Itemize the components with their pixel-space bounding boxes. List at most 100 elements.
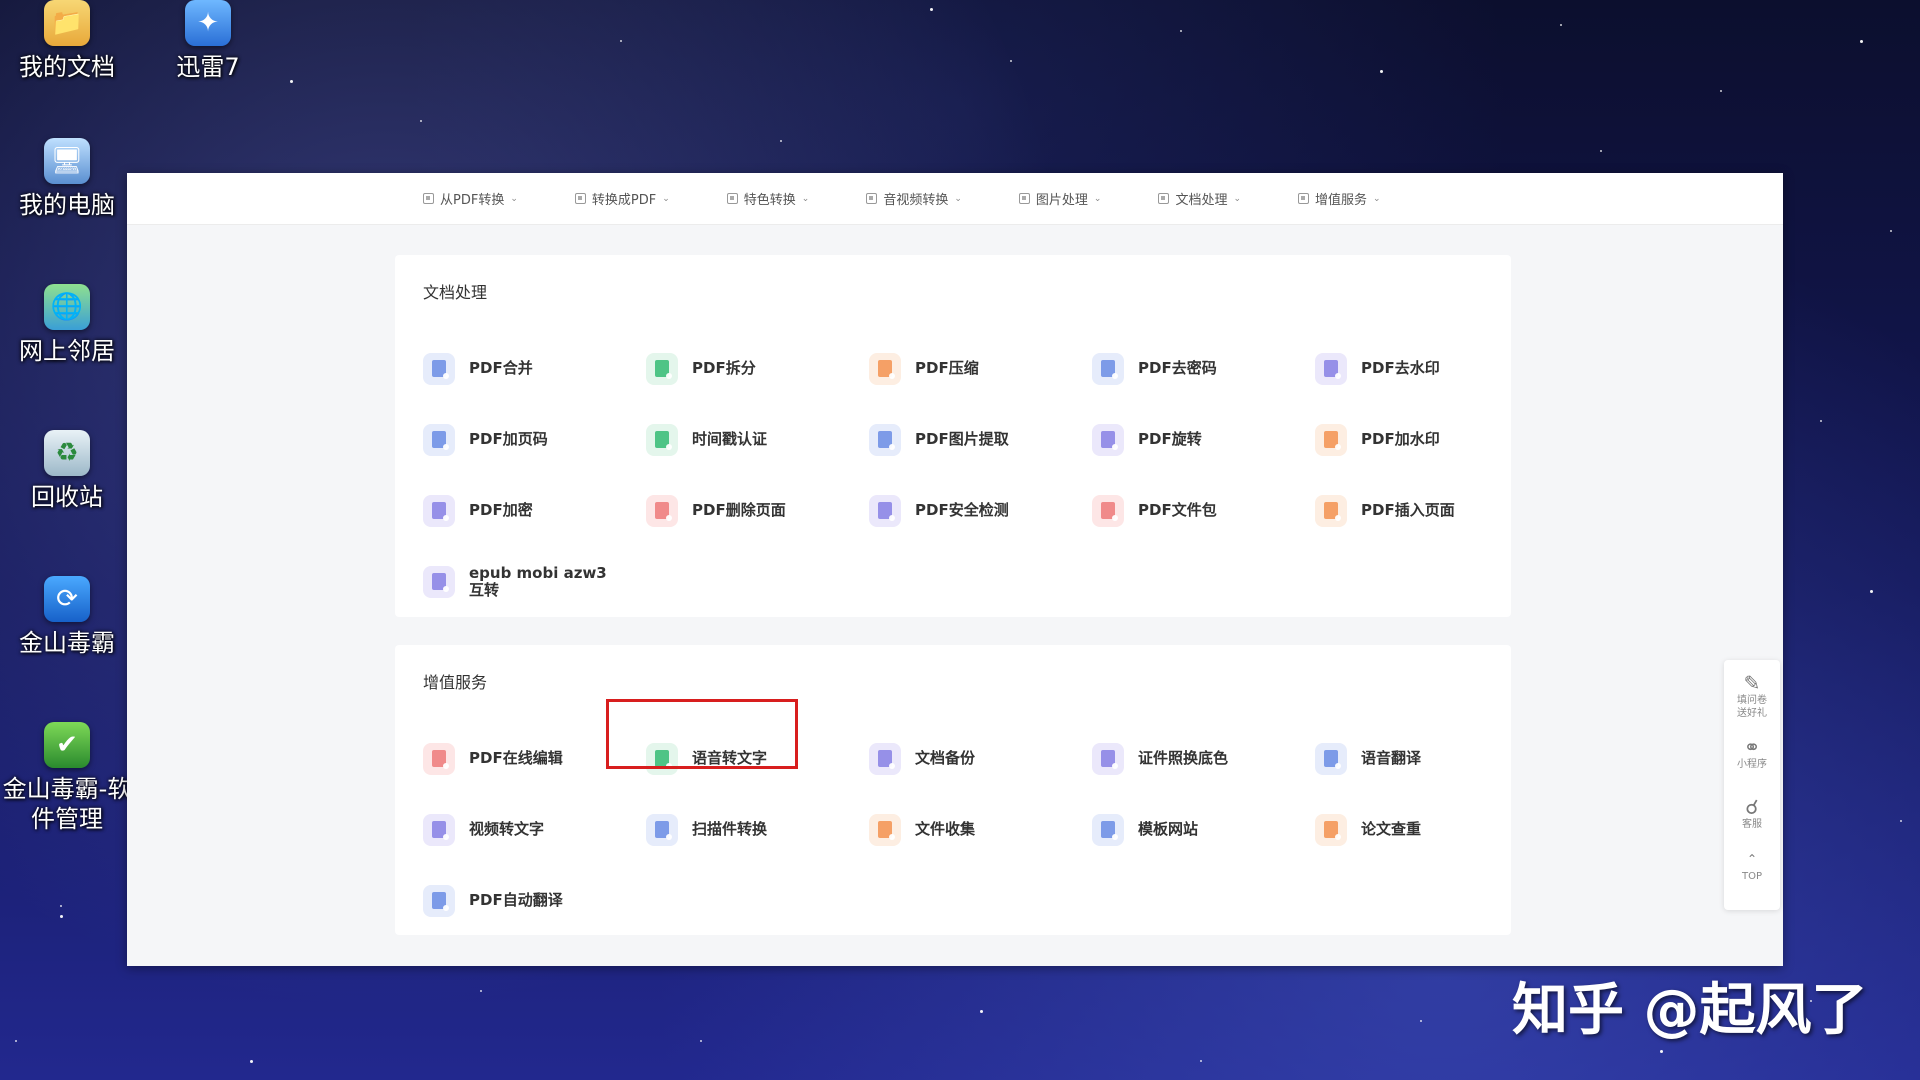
tool-item[interactable]: PDF加页码 xyxy=(423,404,646,475)
watermark: 知乎 @起风了 xyxy=(1512,978,1868,1043)
miniprogram-icon: ⚭ xyxy=(1743,735,1761,759)
tool-item[interactable]: PDF删除页面 xyxy=(646,475,869,546)
nav-document-processing[interactable]: 文档处理 ⌄ xyxy=(1158,189,1241,208)
tool-item[interactable]: 时间戳认证 xyxy=(646,404,869,475)
tool-item[interactable]: epub mobi azw3 互转 xyxy=(423,546,646,617)
chevron-down-icon: ⌄ xyxy=(954,193,962,204)
tool-label: PDF压缩 xyxy=(915,359,979,377)
tool-label: PDF文件包 xyxy=(1138,501,1217,519)
nav-audio-video[interactable]: 音视频转换 ⌄ xyxy=(866,189,962,208)
nav-to-pdf[interactable]: 转换成PDF ⌄ xyxy=(574,189,670,208)
tool-icon xyxy=(869,813,901,846)
tool-item[interactable]: PDF加密 xyxy=(423,475,646,546)
tool-icon xyxy=(423,423,455,456)
customer-service-button[interactable]: ☌ 客服 xyxy=(1724,776,1780,834)
tool-item[interactable]: PDF去密码 xyxy=(1092,333,1315,404)
document-icon xyxy=(423,193,434,204)
tool-label: PDF图片提取 xyxy=(915,430,1009,448)
tool-icon xyxy=(869,352,901,385)
folder-icon: 📁 xyxy=(44,0,90,46)
tool-label: PDF安全检测 xyxy=(915,501,1009,519)
section-title: 文档处理 xyxy=(423,283,488,302)
back-to-top-button[interactable]: ⌃ TOP xyxy=(1724,834,1780,892)
tool-item[interactable]: 模板网站 xyxy=(1092,794,1315,865)
app-window: 从PDF转换 ⌄ 转换成PDF ⌄ 特色转换 ⌄ 音视频转换 ⌄ 图片处理 ⌄ 文档处理 ⌄… xyxy=(127,173,1783,966)
menu-icon xyxy=(1298,193,1309,204)
tool-label: 论文查重 xyxy=(1361,820,1422,838)
tool-label: 时间戳认证 xyxy=(692,430,768,448)
tool-label: 文档备份 xyxy=(915,749,976,767)
tool-item[interactable]: PDF合并 xyxy=(423,333,646,404)
chevron-down-icon: ⌄ xyxy=(1093,193,1102,204)
tool-icon xyxy=(423,352,455,385)
file-icon xyxy=(1158,193,1170,204)
desktop-icon-my-computer[interactable]: 🖥 我的电脑 xyxy=(2,138,132,220)
desktop-icon-antivirus[interactable]: ⟳ 金山毒霸 xyxy=(2,576,132,658)
tool-icon xyxy=(646,494,678,527)
image-icon xyxy=(1018,193,1030,204)
nav-from-pdf[interactable]: 从PDF转换 ⌄ xyxy=(423,189,518,208)
nav-special-convert[interactable]: 特色转换 ⌄ xyxy=(726,189,810,208)
section-value-added: 增值服务 PDF在线编辑 语音转文字 文档备份 证件照换底色 语音翻译 视频转文字 扫描件转… xyxy=(395,645,1511,935)
tool-label: PDF删除页面 xyxy=(692,501,786,519)
tool-item[interactable]: PDF去水印 xyxy=(1315,333,1538,404)
chevron-down-icon: ⌄ xyxy=(801,193,810,204)
tool-item[interactable]: PDF自动翻译 xyxy=(423,865,646,936)
tool-icon xyxy=(1315,352,1347,385)
antivirus-icon: ⟳ xyxy=(44,576,90,622)
document-icon xyxy=(574,193,586,204)
miniprogram-button[interactable]: ⚭ 小程序 xyxy=(1724,718,1780,776)
tool-icon xyxy=(1315,742,1347,775)
tool-label: PDF旋转 xyxy=(1138,430,1202,448)
tool-icon xyxy=(1092,423,1124,456)
tool-icon xyxy=(869,742,901,775)
tool-icon xyxy=(423,884,455,917)
tool-item[interactable]: PDF拆分 xyxy=(646,333,869,404)
tool-item[interactable]: PDF插入页面 xyxy=(1315,475,1538,546)
headset-icon: ☌ xyxy=(1745,795,1759,819)
tool-icon xyxy=(869,423,901,456)
tool-icon xyxy=(869,494,901,527)
nav-value-added[interactable]: 增值服务 ⌄ xyxy=(1298,189,1381,208)
tool-item[interactable]: PDF旋转 xyxy=(1092,404,1315,475)
nav-image-processing[interactable]: 图片处理 ⌄ xyxy=(1018,189,1102,208)
desktop-icon-software-manager[interactable]: ✔ 金山毒霸-软件管理 xyxy=(2,722,132,834)
desktop-icon-thunder[interactable]: ✦ 迅雷7 xyxy=(143,0,273,82)
thunder-icon: ✦ xyxy=(185,0,231,46)
tool-label: PDF去密码 xyxy=(1138,359,1217,377)
tool-icon xyxy=(423,494,455,527)
tool-label: 视频转文字 xyxy=(469,820,545,838)
tool-item[interactable]: 论文查重 xyxy=(1315,794,1538,865)
tool-item[interactable]: 文件收集 xyxy=(869,794,1092,865)
tool-grid: PDF在线编辑 语音转文字 文档备份 证件照换底色 语音翻译 视频转文字 扫描件转换 文件收集… xyxy=(423,723,1513,936)
desktop-icon-my-documents[interactable]: 📁 我的文档 xyxy=(2,0,132,82)
tool-item[interactable]: PDF加水印 xyxy=(1315,404,1538,475)
tool-label: PDF在线编辑 xyxy=(469,749,563,767)
tool-label: PDF插入页面 xyxy=(1361,501,1455,519)
tool-item[interactable]: PDF文件包 xyxy=(1092,475,1315,546)
tool-item[interactable]: PDF安全检测 xyxy=(869,475,1092,546)
tool-label: 文件收集 xyxy=(915,820,976,838)
tool-item[interactable]: 文档备份 xyxy=(869,723,1092,794)
tool-item[interactable]: 视频转文字 xyxy=(423,794,646,865)
tool-icon xyxy=(1092,742,1124,775)
tool-item[interactable]: 证件照换底色 xyxy=(1092,723,1315,794)
survey-icon: ✎ xyxy=(1743,671,1761,695)
tool-icon xyxy=(1315,494,1347,527)
tool-icon xyxy=(423,813,455,846)
computer-icon: 🖥 xyxy=(44,138,90,184)
desktop-icon-network[interactable]: 🌐 网上邻居 xyxy=(2,284,132,366)
software-manager-icon: ✔ xyxy=(44,722,90,768)
tool-label: PDF自动翻译 xyxy=(469,891,563,909)
tool-item[interactable]: 扫描件转换 xyxy=(646,794,869,865)
tool-icon xyxy=(423,742,455,775)
shield-icon xyxy=(726,193,738,204)
survey-button[interactable]: ✎ 填问卷送好礼 xyxy=(1724,660,1780,719)
tool-item[interactable]: PDF压缩 xyxy=(869,333,1092,404)
chevron-down-icon: ⌄ xyxy=(510,193,518,204)
tool-item[interactable]: PDF图片提取 xyxy=(869,404,1092,475)
tool-icon xyxy=(646,423,678,456)
tool-label: PDF合并 xyxy=(469,359,533,377)
desktop-icon-recycle-bin[interactable]: ♻ 回收站 xyxy=(2,430,132,512)
tool-item[interactable]: 语音翻译 xyxy=(1315,723,1538,794)
